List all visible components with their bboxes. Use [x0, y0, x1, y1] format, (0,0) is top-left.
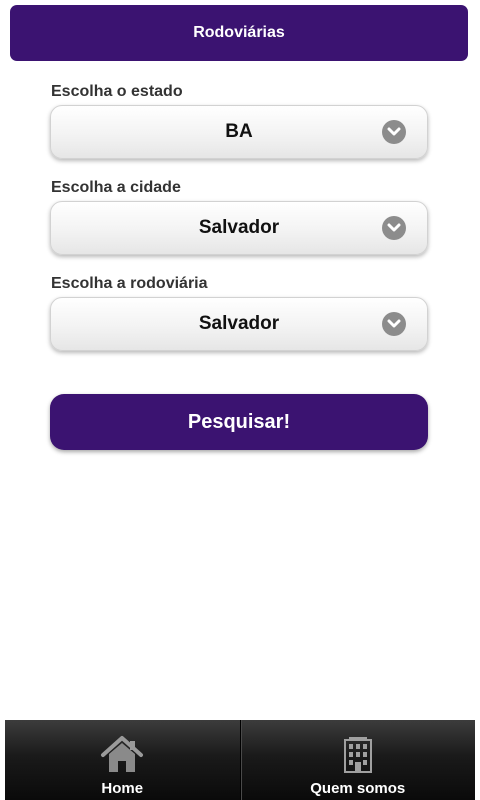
station-select[interactable]: Salvador	[50, 297, 428, 351]
search-button-label: Pesquisar!	[187, 410, 291, 433]
chevron-down-icon	[382, 216, 406, 240]
state-label: Escolha o estado	[51, 83, 183, 100]
state-select-value: BA	[225, 121, 253, 142]
home-icon	[99, 734, 145, 774]
page-title: Rodoviárias	[193, 24, 285, 41]
search-button[interactable]: Pesquisar!	[50, 394, 428, 450]
city-select-value: Salvador	[198, 217, 280, 238]
tab-home-label: Home	[101, 780, 144, 797]
city-label: Escolha a cidade	[51, 179, 181, 196]
chevron-down-icon	[382, 312, 406, 336]
station-select-value: Salvador	[198, 313, 280, 334]
state-select[interactable]: BA	[50, 105, 428, 159]
tab-home[interactable]: Home	[5, 720, 240, 800]
tab-quem-somos-label: Quem somos	[310, 780, 406, 797]
city-select[interactable]: Salvador	[50, 201, 428, 255]
building-icon	[335, 734, 381, 774]
header-bar: Rodoviárias	[10, 5, 468, 61]
bottom-tab-bar: Home Quem somos	[5, 720, 475, 800]
tab-quem-somos[interactable]: Quem somos	[239, 720, 476, 800]
station-label: Escolha a rodoviária	[51, 275, 208, 292]
chevron-down-icon	[382, 120, 406, 144]
app-screen: Rodoviárias Escolha o estado BA Escolha …	[0, 0, 480, 800]
